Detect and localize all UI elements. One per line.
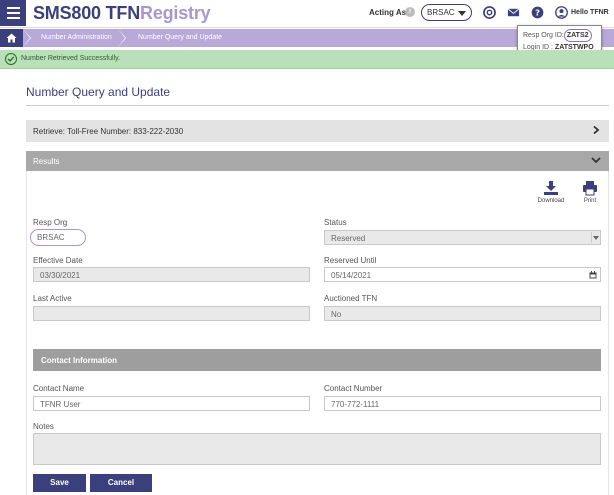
notes-label: Notes: [33, 422, 54, 431]
divider: [26, 105, 609, 106]
last-active-field: [33, 306, 310, 321]
breadcrumb-item-number-administration[interactable]: Number Administration: [41, 34, 112, 41]
user-avatar-icon[interactable]: [555, 6, 568, 19]
select-arrow-icon: [591, 232, 599, 243]
mail-icon[interactable]: [507, 6, 520, 19]
acting-as-value: BRSAC: [427, 8, 455, 17]
home-icon[interactable]: [0, 29, 23, 47]
hamburger-menu-icon[interactable]: [0, 0, 26, 26]
breadcrumb-separator-inner: [118, 29, 125, 47]
download-label: Download: [537, 198, 565, 204]
last-active-label: Last Active: [33, 294, 72, 303]
contact-number-label: Contact Number: [324, 384, 383, 393]
contact-number-input[interactable]: 770-772-1111: [324, 396, 601, 411]
info-icon[interactable]: i: [405, 7, 415, 17]
status-select[interactable]: Reserved: [324, 230, 601, 245]
resp-org-popup: Resp Org ID: ZATS2 Login ID : ZATSTWPO: [517, 25, 602, 53]
acting-as-label: Acting As: [369, 8, 407, 17]
effective-date-label: Effective Date: [33, 256, 83, 265]
contact-information-title: Contact Information: [41, 356, 117, 365]
breadcrumb-item-number-query: Number Query and Update: [138, 34, 223, 41]
download-button[interactable]: Download: [533, 180, 569, 204]
status-label: Status: [324, 218, 347, 227]
reserved-until-field[interactable]: 05/14/2021: [324, 267, 601, 282]
reserved-until-label: Reserved Until: [324, 256, 377, 265]
contact-name-input[interactable]: TFNR User: [33, 396, 310, 411]
svg-text:?: ?: [535, 8, 540, 18]
check-circle-icon: [5, 53, 17, 65]
cancel-button[interactable]: Cancel: [90, 474, 152, 492]
print-icon: [583, 181, 597, 196]
print-label: Print: [583, 198, 597, 204]
success-banner: Number Retrieved Successfully.: [0, 50, 614, 69]
logo-main-text: SMS800 TFN: [33, 3, 141, 23]
reserved-until-value: 05/14/2021: [331, 271, 372, 280]
top-bar: SMS800 TFNRegistry Acting As i BRSAC ? H…: [0, 0, 614, 28]
auctioned-tfn-label: Auctioned TFN: [324, 294, 378, 303]
greeting-text[interactable]: Hello TFNR: [571, 9, 609, 16]
resp-org-field[interactable]: BRSAC: [30, 229, 86, 246]
download-icon: [544, 181, 558, 195]
resp-org-label: Resp Org: [33, 218, 68, 227]
print-button[interactable]: Print: [578, 180, 602, 204]
results-label: Results: [33, 157, 60, 166]
success-message: Number Retrieved Successfully.: [21, 55, 121, 62]
resp-org-label: Resp Org ID:: [523, 32, 564, 39]
save-button[interactable]: Save: [33, 474, 86, 492]
auctioned-tfn-field: No: [324, 306, 601, 321]
chevron-down-icon[interactable]: [591, 156, 601, 164]
question-icon[interactable]: ?: [531, 6, 544, 19]
results-panel-header[interactable]: Results: [26, 151, 609, 171]
app-logo: SMS800 TFNRegistry: [33, 3, 211, 24]
page-title: Number Query and Update: [26, 85, 171, 99]
contact-name-label: Contact Name: [33, 384, 85, 393]
logo-accent-text: Registry: [140, 3, 211, 23]
effective-date-field: 03/30/2021: [33, 267, 310, 282]
caret-down-icon: [458, 11, 466, 16]
status-value: Reserved: [331, 234, 366, 243]
breadcrumb-separator-inner: [23, 29, 30, 47]
calendar-icon[interactable]: [585, 268, 600, 281]
help-ring-icon[interactable]: [483, 6, 496, 19]
chevron-right-icon[interactable]: [592, 126, 600, 134]
acting-as-select[interactable]: BRSAC: [421, 4, 472, 21]
resp-org-value: ZATS2: [563, 29, 592, 42]
notes-textarea[interactable]: [33, 433, 601, 465]
contact-information-header: Contact Information: [33, 349, 601, 371]
retrieve-panel-header[interactable]: Retrieve: Toll-Free Number: 833-222-2030: [26, 120, 609, 142]
retrieve-label: Retrieve: Toll-Free Number: 833-222-2030: [33, 127, 184, 136]
